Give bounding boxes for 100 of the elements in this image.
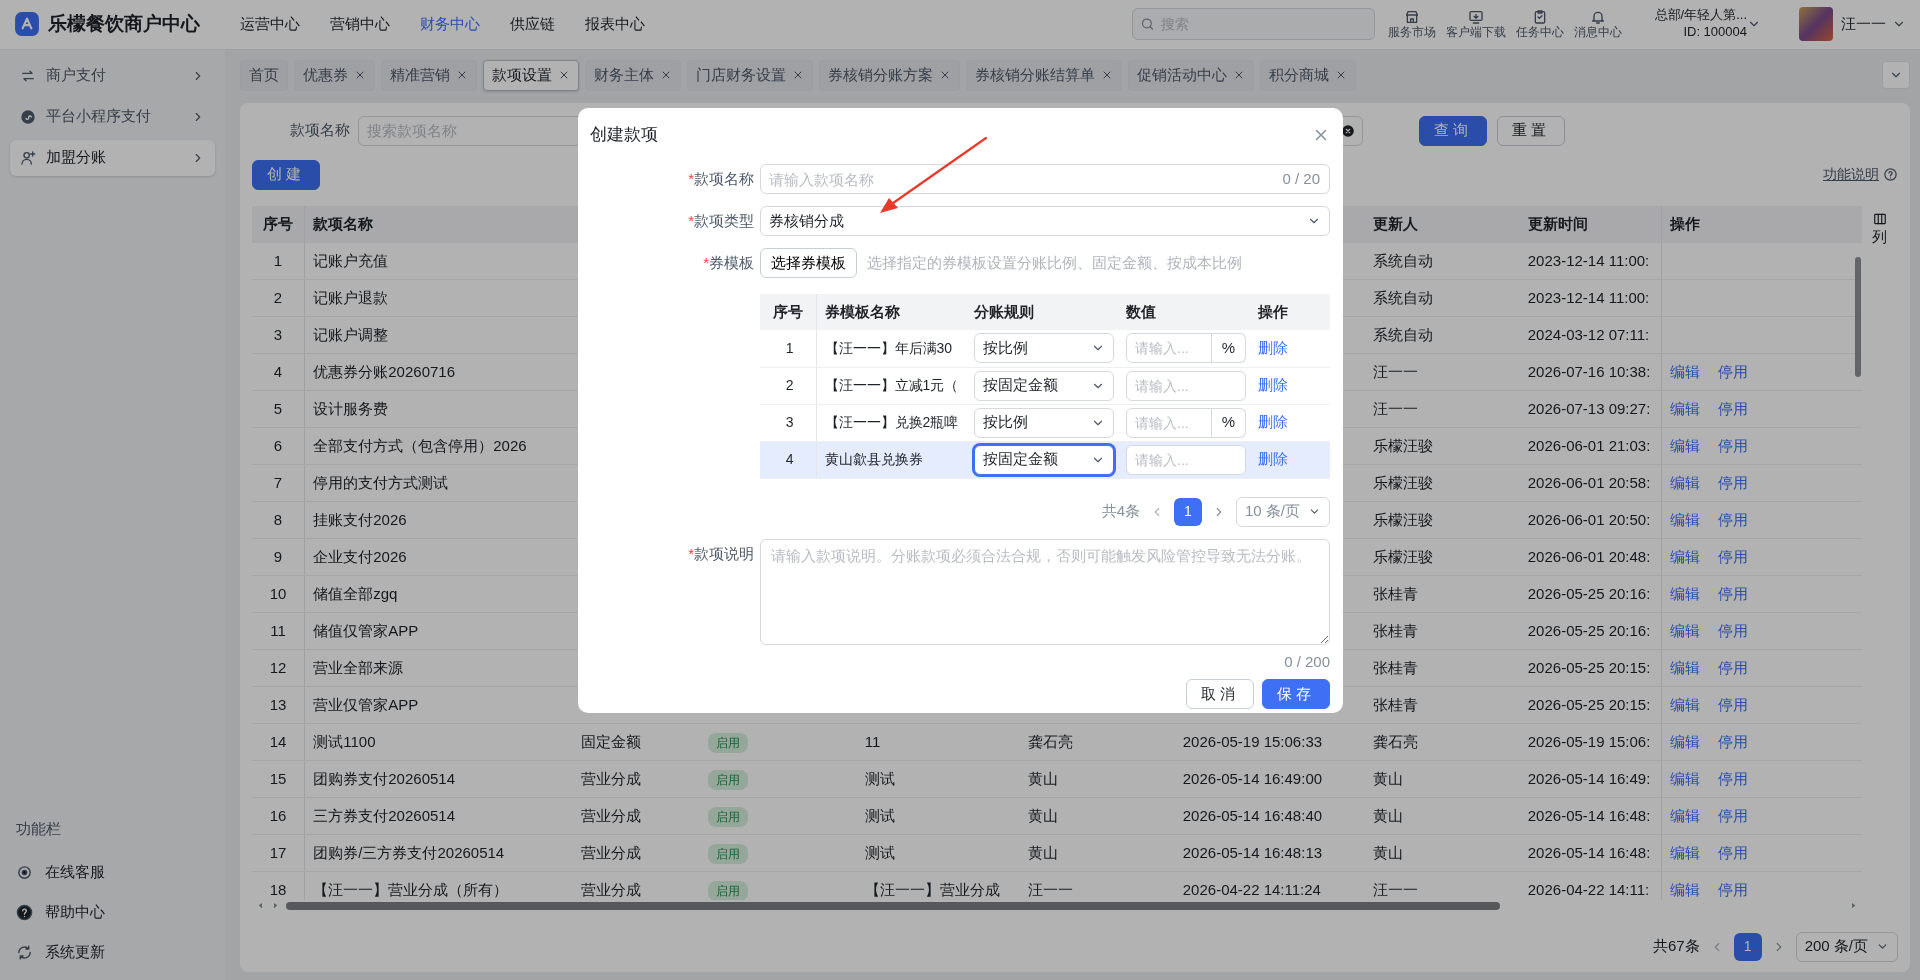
toolbar-button[interactable]: 服务市场: [1382, 9, 1441, 40]
filter-button[interactable]: 查询: [1418, 115, 1487, 146]
delete-link[interactable]: 删除: [1258, 339, 1288, 356]
value-input[interactable]: 请输入...: [1126, 407, 1212, 438]
table-cell: 营业全部来源: [313, 658, 404, 676]
char-counter: 0 / 200: [1284, 652, 1330, 670]
table-cell: 储值仅管家APP: [313, 621, 419, 639]
column-settings-link[interactable]: 列: [1872, 225, 1888, 249]
page-button[interactable]: 1: [1733, 932, 1762, 961]
action-link[interactable]: 停用: [1718, 695, 1749, 713]
create-button[interactable]: 创建: [251, 159, 320, 190]
toolbar-button[interactable]: 任务中心: [1510, 9, 1569, 40]
action-link[interactable]: 编辑: [1670, 399, 1701, 417]
sidebar-item[interactable]: 平台小程序支付: [10, 98, 215, 135]
rule-select[interactable]: 按比例: [974, 333, 1114, 364]
value-input[interactable]: 请输入...: [1126, 333, 1212, 364]
action-link[interactable]: 停用: [1718, 584, 1749, 602]
action-link[interactable]: 编辑: [1670, 732, 1701, 750]
action-link[interactable]: 停用: [1718, 621, 1749, 639]
user-name[interactable]: 汪一一: [1841, 13, 1886, 36]
sidebar-link[interactable]: 帮助中心: [10, 892, 215, 932]
toolbar-button[interactable]: 消息中心: [1568, 9, 1627, 40]
tab[interactable]: 款项设置: [482, 59, 579, 91]
table-cell: 黄山: [1027, 769, 1058, 787]
table-cell: 黄山: [1372, 843, 1403, 861]
action-link[interactable]: 停用: [1718, 473, 1749, 491]
table-cell: 固定金额: [580, 732, 641, 750]
sidebar-link[interactable]: 在线客服: [10, 852, 215, 892]
action-link[interactable]: 编辑: [1670, 547, 1701, 565]
action-link[interactable]: 停用: [1718, 399, 1749, 417]
tab[interactable]: 财务主体: [584, 59, 681, 91]
action-link[interactable]: 编辑: [1670, 843, 1701, 861]
tab[interactable]: 券核销分账结算单: [965, 59, 1122, 91]
action-link[interactable]: 停用: [1718, 806, 1749, 824]
action-link[interactable]: 停用: [1718, 769, 1749, 787]
value-input[interactable]: 请输入...: [1126, 370, 1246, 401]
delete-link[interactable]: 删除: [1258, 413, 1288, 431]
toolbar-button[interactable]: 客户端下载: [1440, 9, 1511, 40]
delete-link[interactable]: 删除: [1258, 376, 1288, 394]
action-link[interactable]: 停用: [1718, 658, 1749, 676]
table-cell: 2026-05-14 16:48:13: [1182, 843, 1323, 861]
dialog-button[interactable]: 保存: [1262, 679, 1330, 709]
rule-select[interactable]: 按比例: [974, 407, 1114, 438]
row-number: 15: [269, 769, 287, 787]
tab[interactable]: 精准营销: [380, 59, 477, 91]
rule-select[interactable]: 按固定金额: [974, 444, 1114, 475]
tab[interactable]: 券核销分账方案: [818, 59, 960, 91]
action-link[interactable]: 编辑: [1670, 362, 1701, 380]
select-template-button[interactable]: 选择券模板: [760, 248, 857, 278]
action-link[interactable]: 编辑: [1670, 880, 1701, 898]
dialog-button[interactable]: 取消: [1186, 679, 1254, 709]
filter-button[interactable]: 重置: [1496, 115, 1565, 146]
tab[interactable]: 积分商城: [1259, 59, 1356, 91]
account-name[interactable]: 总部/年轻人第...: [1654, 7, 1747, 25]
row-number: 2: [273, 288, 283, 306]
action-link[interactable]: 编辑: [1670, 621, 1701, 639]
action-link[interactable]: 编辑: [1670, 769, 1701, 787]
type-select[interactable]: 券核销分成: [760, 206, 1330, 236]
action-link[interactable]: 编辑: [1670, 510, 1701, 528]
page-size-select[interactable]: 10 条/页: [1235, 496, 1330, 527]
nav-link[interactable]: 运营中心: [240, 13, 300, 36]
table-cell: 储值全部zgq: [313, 584, 398, 602]
section-title: 功能栏: [15, 818, 62, 839]
page-button[interactable]: 1: [1173, 497, 1202, 526]
action-link[interactable]: 编辑: [1670, 695, 1701, 713]
table-cell: 记账户充值: [313, 251, 389, 269]
page-size-select[interactable]: 200 条/页: [1795, 931, 1898, 962]
nav-link[interactable]: 报表中心: [585, 13, 645, 36]
tab[interactable]: 门店财务设置: [686, 59, 813, 91]
rule-select[interactable]: 按固定金额: [974, 370, 1114, 401]
nav-link[interactable]: 营销中心: [330, 13, 390, 36]
action-link[interactable]: 停用: [1718, 436, 1749, 454]
tab[interactable]: 促销活动中心: [1127, 59, 1254, 91]
action-link[interactable]: 编辑: [1670, 473, 1701, 491]
field-label: *券模板: [703, 254, 754, 271]
delete-link[interactable]: 删除: [1258, 450, 1288, 468]
tab[interactable]: 优惠券: [293, 59, 375, 91]
value-input[interactable]: 请输入...: [1126, 444, 1246, 475]
action-link[interactable]: 停用: [1718, 547, 1749, 565]
sidebar-item[interactable]: 加盟分账: [10, 139, 215, 176]
table-cell: 黄山: [1372, 806, 1403, 824]
row-number: 1: [273, 251, 283, 269]
action-link[interactable]: 停用: [1718, 732, 1749, 750]
column-header: 操作: [1258, 302, 1288, 320]
action-link[interactable]: 停用: [1718, 510, 1749, 528]
action-link[interactable]: 停用: [1718, 843, 1749, 861]
action-link[interactable]: 编辑: [1670, 806, 1701, 824]
action-link[interactable]: 编辑: [1670, 658, 1701, 676]
action-link[interactable]: 停用: [1718, 880, 1749, 898]
action-link[interactable]: 编辑: [1670, 584, 1701, 602]
description-field[interactable]: 请输入款项说明。分账款项必须合法合规，否则可能触发风险管控导致无法分账。: [760, 538, 1330, 645]
tab[interactable]: 首页: [239, 59, 288, 91]
nav-link[interactable]: 财务中心: [420, 13, 480, 36]
nav-link[interactable]: 供应链: [510, 13, 555, 36]
action-link[interactable]: 编辑: [1670, 436, 1701, 454]
action-link[interactable]: 停用: [1718, 362, 1749, 380]
table-cell: 汪一一: [1372, 399, 1418, 417]
sidebar-link[interactable]: 系统更新: [10, 932, 215, 972]
sidebar-item[interactable]: 商户支付: [10, 57, 215, 94]
help-link[interactable]: 功能说明: [1823, 164, 1898, 186]
